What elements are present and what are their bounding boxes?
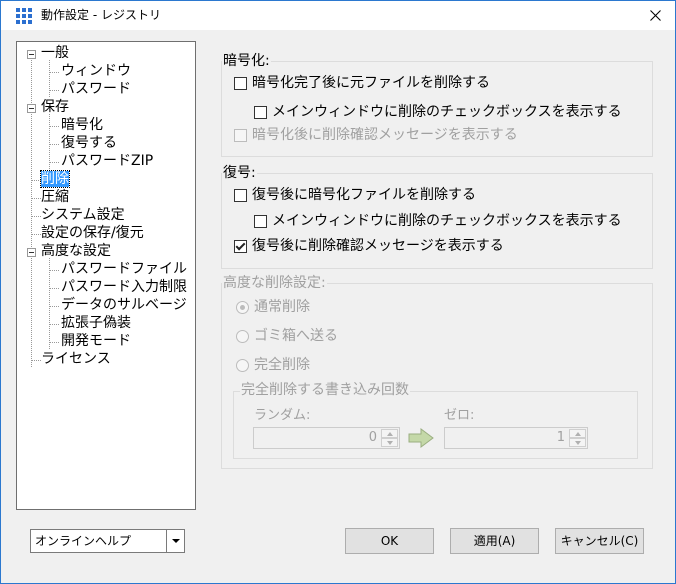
tree-item-save[interactable]: 保存 (41, 99, 69, 116)
checkbox-box (254, 215, 267, 228)
tree-line (49, 114, 50, 169)
decrypt-confirm-message-checkbox[interactable]: 復号後に削除確認メッセージを表示する (234, 238, 504, 255)
cancel-button[interactable]: キャンセル(C) (555, 528, 644, 554)
checkbox-box (234, 240, 247, 253)
tree-line (49, 90, 59, 91)
random-label: ランダム: (254, 408, 311, 423)
decrypt-delete-encrypted-checkbox[interactable]: 復号後に暗号化ファイルを削除する (234, 187, 476, 204)
online-help-selected: オンラインヘルプ (35, 534, 132, 548)
radio-recycle-bin[interactable]: ゴミ箱へ送る (236, 328, 338, 345)
tree-item-password-limit[interactable]: パスワード入力制限 (61, 279, 187, 296)
check-icon (235, 240, 246, 251)
arrow-right-icon (408, 428, 434, 448)
tree-line (49, 306, 59, 307)
decryption-title: 復号: (222, 165, 257, 182)
collapse-icon[interactable] (27, 248, 36, 257)
ok-button[interactable]: OK (345, 528, 434, 554)
tree-line (49, 60, 50, 97)
tree-item-dev-mode[interactable]: 開発モード (61, 333, 131, 350)
tree-item-salvage[interactable]: データのサルベージ (61, 297, 187, 314)
collapse-icon[interactable] (27, 104, 36, 113)
tree-line (49, 270, 59, 271)
tree-line (49, 342, 59, 343)
tree-item-password[interactable]: パスワード (61, 81, 131, 98)
tree-line (31, 360, 41, 361)
tree-item-password-zip[interactable]: パスワードZIP (61, 153, 153, 170)
settings-tree[interactable]: 一般 ウィンドウ パスワード 保存 暗号化 復号する パスワードZIP 削除 圧… (16, 41, 196, 510)
radio-secure-delete[interactable]: 完全削除 (236, 357, 310, 374)
tree-item-general[interactable]: 一般 (41, 45, 69, 62)
online-help-dropdown[interactable]: オンラインヘルプ (30, 529, 185, 553)
tree-line (31, 216, 41, 217)
apply-button[interactable]: 適用(A) (450, 528, 539, 554)
encryption-title: 暗号化: (222, 53, 271, 70)
up-arrow-icon (387, 432, 393, 436)
decrypt-show-checkbox-checkbox[interactable]: メインウィンドウに削除のチェックボックスを表示する (254, 213, 622, 230)
zero-spin-buttons (569, 429, 586, 447)
tree-line (31, 180, 41, 181)
radio-dot (240, 305, 245, 310)
zero-count-stepper[interactable]: 1 (444, 427, 588, 449)
radio-circle (236, 359, 249, 372)
close-icon (649, 9, 661, 21)
tree-item-window[interactable]: ウィンドウ (61, 63, 131, 80)
checkbox-box (234, 129, 247, 142)
title-bar[interactable]: 動作設定 - レジストリ (1, 1, 675, 30)
close-button[interactable] (641, 4, 669, 26)
radio-circle (236, 301, 249, 314)
tree-line (31, 234, 41, 235)
random-count-value: 0 (368, 430, 377, 445)
checkbox-box (234, 189, 247, 202)
radio-circle (236, 330, 249, 343)
zero-label: ゼロ: (444, 408, 475, 423)
zero-count-value: 1 (556, 430, 565, 445)
spin-up-button[interactable] (381, 429, 398, 438)
tree-line (49, 258, 50, 349)
tree-item-license[interactable]: ライセンス (41, 351, 111, 368)
tree-item-advanced[interactable]: 高度な設定 (41, 243, 111, 260)
down-arrow-icon (387, 441, 393, 445)
chevron-down-icon (172, 539, 180, 543)
encrypt-confirm-message-checkbox[interactable]: 暗号化後に削除確認メッセージを表示する (234, 127, 518, 144)
tree-item-delete[interactable]: 削除 (40, 170, 70, 188)
tree-item-decrypt[interactable]: 復号する (61, 135, 117, 152)
random-spin-buttons (381, 429, 398, 447)
tree-item-compress[interactable]: 圧縮 (41, 189, 69, 206)
checkbox-box (234, 77, 247, 90)
app-grid-icon (16, 8, 32, 24)
tree-line (49, 72, 59, 73)
spin-up-button[interactable] (569, 429, 586, 438)
tree-line (31, 198, 41, 199)
dropdown-button[interactable] (166, 530, 184, 552)
tree-item-password-file[interactable]: パスワードファイル (61, 261, 187, 278)
tree-item-ext-disguise[interactable]: 拡張子偽装 (61, 315, 131, 332)
checkbox-box (254, 106, 267, 119)
encrypt-delete-original-checkbox[interactable]: 暗号化完了後に元ファイルを削除する (234, 75, 490, 92)
tree-line (49, 324, 59, 325)
advanced-delete-title: 高度な削除設定: (222, 275, 327, 292)
up-arrow-icon (575, 432, 581, 436)
radio-normal-delete[interactable]: 通常削除 (236, 299, 310, 316)
encrypt-show-checkbox-checkbox[interactable]: メインウィンドウに削除のチェックボックスを表示する (254, 104, 622, 121)
down-arrow-icon (575, 441, 581, 445)
collapse-icon[interactable] (27, 50, 36, 59)
settings-window: 動作設定 - レジストリ 一般 ウィンドウ パスワード 保存 暗号化 復号する … (0, 0, 676, 584)
tree-line (49, 162, 59, 163)
tree-item-system[interactable]: システム設定 (41, 207, 125, 224)
tree-line (49, 126, 59, 127)
tree-line (49, 288, 59, 289)
spin-down-button[interactable] (381, 438, 398, 447)
tree-item-backup-restore[interactable]: 設定の保存/復元 (41, 225, 144, 242)
tree-item-encrypt[interactable]: 暗号化 (61, 117, 103, 134)
overwrite-count-title: 完全削除する書き込み回数 (240, 382, 410, 399)
spin-down-button[interactable] (569, 438, 586, 447)
random-count-stepper[interactable]: 0 (253, 427, 400, 449)
tree-line (49, 144, 59, 145)
window-title: 動作設定 - レジストリ (41, 8, 161, 22)
